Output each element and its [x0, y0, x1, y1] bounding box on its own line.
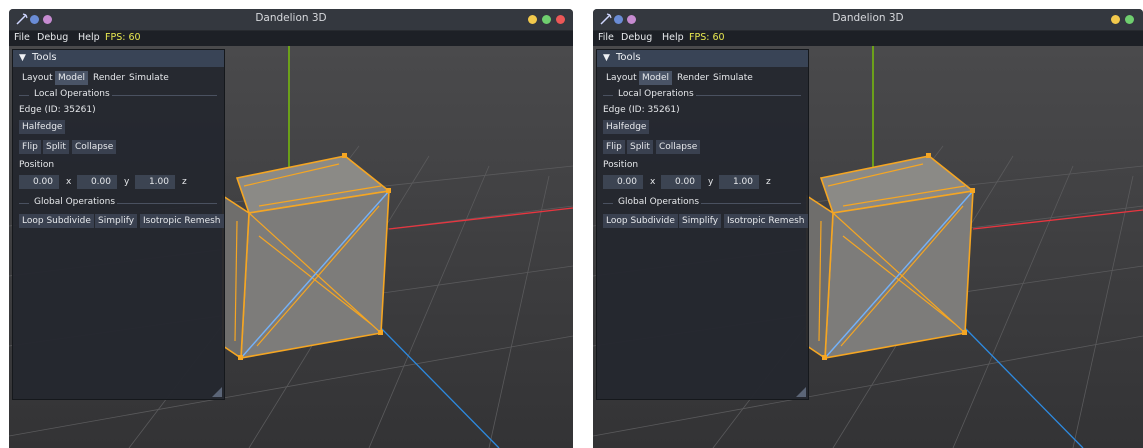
- position-x-field[interactable]: 0.00: [603, 175, 643, 189]
- window-close-dot[interactable]: [556, 15, 565, 24]
- separator: [701, 203, 801, 204]
- app-window-left: Dandelion 3D File Debug Help FPS: 60 ▼ T…: [9, 9, 573, 448]
- menu-help[interactable]: Help: [662, 32, 684, 43]
- position-z-label: z: [766, 177, 771, 187]
- window-title: Dandelion 3D: [255, 12, 327, 24]
- position-z-field[interactable]: 1.00: [135, 175, 175, 189]
- tab-model[interactable]: Model: [55, 71, 89, 85]
- split-button[interactable]: Split: [43, 140, 69, 154]
- collapse-button[interactable]: Collapse: [72, 140, 117, 154]
- loop-subdivide-button[interactable]: Loop Subdivide: [603, 214, 678, 228]
- position-y-label: y: [708, 177, 714, 187]
- position-y-label: y: [124, 177, 130, 187]
- flip-button[interactable]: Flip: [19, 140, 41, 154]
- halfedge-button[interactable]: Halfedge: [603, 120, 650, 134]
- tools-panel-header[interactable]: ▼ Tools: [597, 50, 808, 67]
- tools-panel: ▼ Tools Layout Model Render Simulate Loc…: [596, 49, 809, 400]
- tools-panel-header[interactable]: ▼ Tools: [13, 50, 224, 67]
- tab-layout[interactable]: Layout: [19, 71, 56, 85]
- menu-file[interactable]: File: [14, 32, 30, 43]
- local-operations-label: Local Operations: [34, 89, 110, 99]
- halfedge-button[interactable]: Halfedge: [19, 120, 66, 134]
- position-x-label: x: [66, 177, 72, 187]
- window-minimize-dot[interactable]: [1111, 15, 1120, 24]
- app-window-right: Dandelion 3D File Debug Help FPS: 60 ▼ T…: [593, 9, 1143, 448]
- menu-bar: File Debug Help FPS: 60: [9, 31, 573, 46]
- position-y-field[interactable]: 0.00: [77, 175, 117, 189]
- global-operations-label: Global Operations: [618, 197, 700, 207]
- split-button[interactable]: Split: [627, 140, 653, 154]
- tab-simulate[interactable]: Simulate: [710, 71, 756, 85]
- separator: [19, 95, 29, 96]
- tab-model[interactable]: Model: [639, 71, 673, 85]
- title-bar: Dandelion 3D: [593, 9, 1143, 31]
- menu-help[interactable]: Help: [78, 32, 100, 43]
- menu-bar: File Debug Help FPS: 60: [593, 31, 1143, 46]
- separator: [19, 203, 29, 204]
- resize-grip-icon[interactable]: [212, 387, 222, 397]
- tools-panel-title: Tools: [32, 52, 57, 63]
- position-x-field[interactable]: 0.00: [19, 175, 59, 189]
- global-operations-label: Global Operations: [34, 197, 116, 207]
- 3d-viewport[interactable]: ▼ Tools Layout Model Render Simulate Loc…: [9, 46, 573, 448]
- window-maximize-dot[interactable]: [1125, 15, 1134, 24]
- fps-counter: FPS: 60: [689, 32, 725, 43]
- tools-panel-title: Tools: [616, 52, 641, 63]
- position-y-field[interactable]: 0.00: [661, 175, 701, 189]
- collapse-button[interactable]: Collapse: [656, 140, 701, 154]
- edge-label: Edge (ID: 35261): [603, 105, 680, 115]
- edge-label: Edge (ID: 35261): [19, 105, 96, 115]
- title-bar: Dandelion 3D: [9, 9, 573, 31]
- separator: [117, 203, 217, 204]
- loop-subdivide-button[interactable]: Loop Subdivide: [19, 214, 94, 228]
- menu-file[interactable]: File: [598, 32, 614, 43]
- isotropic-remesh-button[interactable]: Isotropic Remesh: [140, 214, 224, 228]
- tab-simulate[interactable]: Simulate: [126, 71, 172, 85]
- resize-grip-icon[interactable]: [796, 387, 806, 397]
- flip-button[interactable]: Flip: [603, 140, 625, 154]
- tab-render[interactable]: Render: [674, 71, 712, 85]
- tab-render[interactable]: Render: [90, 71, 128, 85]
- separator: [603, 95, 613, 96]
- tab-layout[interactable]: Layout: [603, 71, 640, 85]
- window-maximize-dot[interactable]: [542, 15, 551, 24]
- separator: [603, 203, 613, 204]
- menu-debug[interactable]: Debug: [621, 32, 652, 43]
- separator: [112, 95, 217, 96]
- position-label: Position: [603, 160, 639, 170]
- separator: [696, 95, 801, 96]
- position-z-label: z: [182, 177, 187, 187]
- fps-counter: FPS: 60: [105, 32, 141, 43]
- window-minimize-dot[interactable]: [528, 15, 537, 24]
- local-operations-label: Local Operations: [618, 89, 694, 99]
- isotropic-remesh-button[interactable]: Isotropic Remesh: [724, 214, 808, 228]
- window-title: Dandelion 3D: [832, 12, 904, 24]
- position-z-field[interactable]: 1.00: [719, 175, 759, 189]
- position-label: Position: [19, 160, 55, 170]
- collapse-triangle-icon[interactable]: ▼: [19, 53, 26, 63]
- menu-debug[interactable]: Debug: [37, 32, 68, 43]
- 3d-viewport[interactable]: ▼ Tools Layout Model Render Simulate Loc…: [593, 46, 1143, 448]
- simplify-button[interactable]: Simplify: [679, 214, 722, 228]
- simplify-button[interactable]: Simplify: [95, 214, 138, 228]
- collapse-triangle-icon[interactable]: ▼: [603, 53, 610, 63]
- tools-panel: ▼ Tools Layout Model Render Simulate Loc…: [12, 49, 225, 400]
- position-x-label: x: [650, 177, 656, 187]
